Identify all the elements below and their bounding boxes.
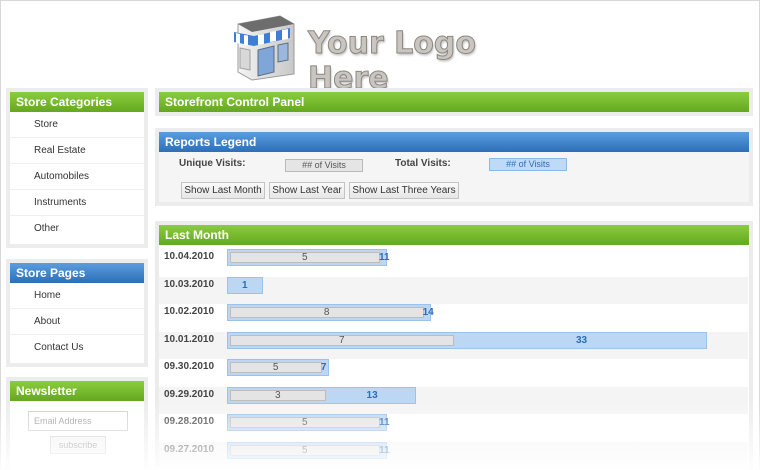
- newsletter-title: Newsletter: [10, 381, 144, 401]
- unique-visits-value: 8: [323, 307, 330, 318]
- store-categories-list: Store Real Estate Automobiles Instrument…: [10, 112, 144, 242]
- row-date: 09.27.2010: [164, 443, 215, 455]
- logo-text: Your Logo Here: [308, 26, 477, 97]
- store-categories-box: Store Categories Store Real Estate Autom…: [6, 88, 148, 248]
- table-row: 09.27.2010 5 11: [159, 441, 748, 469]
- table-row: 09.28.2010 5 11: [159, 414, 748, 441]
- sidebar-item-store[interactable]: Store: [10, 112, 144, 138]
- row-date: 09.29.2010: [164, 388, 215, 400]
- row-date: 09.28.2010: [164, 416, 215, 427]
- store-pages-box: Store Pages Home About Contact Us: [6, 259, 148, 367]
- table-row: 09.30.2010 5 7: [159, 359, 748, 386]
- unique-visits-value: 7: [339, 334, 345, 346]
- total-visits-value: 11: [379, 252, 390, 263]
- table-row: 10.04.2010 5 11: [159, 249, 748, 276]
- newsletter-box: Newsletter Email Address subscribe: [6, 377, 148, 470]
- unique-visits-value: 3: [275, 389, 281, 401]
- last-month-title: Last Month: [159, 225, 749, 245]
- table-row: 10.01.2010 7 33: [159, 331, 748, 359]
- last-month-box: Last Month 10.04.2010 5 11 10.03.2010 1 10.02…: [155, 221, 753, 470]
- row-date: 10.03.2010: [164, 278, 215, 290]
- total-visits-value: 14: [422, 307, 434, 318]
- reports-legend-title: Reports Legend: [159, 132, 749, 152]
- control-panel-box: Storefront Control Panel: [155, 88, 753, 116]
- table-row: 10.03.2010 1: [159, 276, 748, 304]
- sidebar-item-other[interactable]: Other: [10, 216, 144, 242]
- page-title: Storefront Control Panel: [159, 92, 749, 112]
- total-visits-value: 11: [379, 444, 390, 456]
- total-visits-value: 11: [379, 417, 390, 428]
- logo[interactable]: Your Logo Here: [228, 10, 548, 97]
- reports-legend-box: Reports Legend Unique Visits: ## of Visi…: [155, 128, 753, 206]
- report-rows: 10.04.2010 5 11 10.03.2010 1 10.02.2010 8 14 10.…: [159, 249, 748, 470]
- row-date: 09.30.2010: [164, 361, 215, 372]
- newsletter-email-input[interactable]: Email Address: [28, 411, 128, 431]
- unique-visits-chip: ## of Visits: [285, 159, 363, 172]
- total-visits-value: 13: [366, 389, 378, 401]
- unique-visits-value: 5: [302, 417, 308, 428]
- sidebar-item-contact-us[interactable]: Contact Us: [10, 335, 144, 361]
- show-last-three-years-button[interactable]: Show Last Three Years: [349, 182, 459, 199]
- row-date: 10.04.2010: [164, 251, 215, 262]
- total-visits-label: Total Visits:: [395, 158, 451, 169]
- unique-visits-value: 5: [272, 362, 279, 373]
- subscribe-button[interactable]: subscribe: [50, 436, 106, 454]
- show-last-month-button[interactable]: Show Last Month: [181, 182, 265, 199]
- row-date: 10.01.2010: [164, 333, 215, 345]
- total-visits-value: 1: [242, 279, 248, 291]
- sidebar-item-about[interactable]: About: [10, 309, 144, 335]
- table-row: 10.02.2010 8 14: [159, 304, 748, 331]
- total-visits-chip: ## of Visits: [489, 158, 567, 171]
- table-row: 09.29.2010 3 13: [159, 386, 748, 414]
- storefront-icon: [234, 15, 295, 81]
- unique-visits-value: 5: [302, 252, 308, 263]
- sidebar-item-home[interactable]: Home: [10, 283, 144, 309]
- unique-visits-label: Unique Visits:: [179, 158, 246, 169]
- show-last-year-button[interactable]: Show Last Year: [269, 182, 345, 199]
- sidebar-item-instruments[interactable]: Instruments: [10, 190, 144, 216]
- row-date: 10.02.2010: [164, 306, 215, 317]
- store-pages-list: Home About Contact Us: [10, 283, 144, 361]
- total-visits-value: 33: [576, 334, 588, 346]
- store-categories-title: Store Categories: [10, 92, 144, 112]
- sidebar-item-automobiles[interactable]: Automobiles: [10, 164, 144, 190]
- sidebar-item-real-estate[interactable]: Real Estate: [10, 138, 144, 164]
- store-pages-title: Store Pages: [10, 263, 144, 283]
- total-visits-value: 7: [320, 362, 327, 373]
- unique-visits-value: 5: [302, 444, 308, 456]
